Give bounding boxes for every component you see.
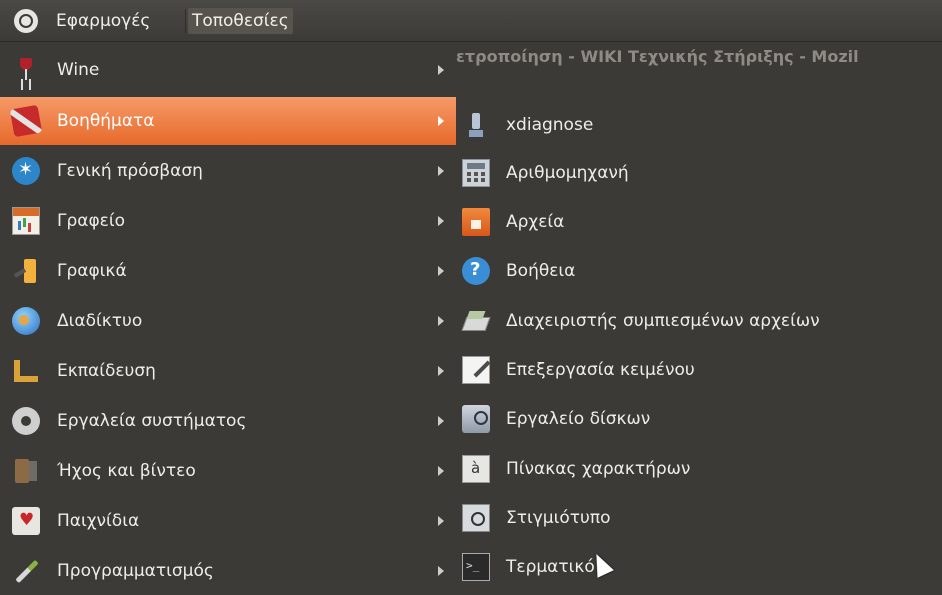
submenu-arrow-icon [438, 366, 444, 376]
office-icon [12, 207, 40, 235]
character-map-icon [462, 455, 490, 483]
ubuntu-logo-icon[interactable] [14, 9, 38, 33]
category-label: Διαδίκτυο [57, 311, 143, 331]
submenu-item-calculator[interactable]: Αριθμομηχανή [456, 148, 942, 198]
xdiagnose-icon [462, 111, 490, 139]
submenu-arrow-icon [438, 466, 444, 476]
system-tools-gear-icon [12, 407, 40, 435]
submenu-item-label: Τερματικό [506, 557, 595, 577]
programming-brush-icon [12, 557, 40, 585]
applications-category-menu: Wine Βοηθήματα Γενική πρόσβαση Γραφείο Γ… [0, 42, 456, 582]
category-games[interactable]: Παιχνίδια [0, 497, 456, 545]
submenu-item-help[interactable]: Βοήθεια [456, 246, 942, 296]
top-panel: Εφαρμογές Τοποθεσίες [0, 0, 942, 42]
category-label: Ήχος και βίντεο [57, 461, 196, 481]
sound-video-icon [12, 457, 40, 485]
graphics-icon [12, 257, 40, 285]
category-accessories[interactable]: Βοηθήματα [0, 97, 456, 145]
submenu-item-label: Αρχεία [506, 212, 565, 232]
help-icon [462, 257, 490, 285]
submenu-arrow-icon [438, 266, 444, 276]
category-system-tools[interactable]: Εργαλεία συστήματος [0, 397, 456, 445]
submenu-item-label: Πίνακας χαρακτήρων [506, 459, 691, 479]
category-label: Παιχνίδια [57, 511, 140, 531]
screenshot-icon [462, 504, 490, 532]
submenu-arrow-icon [438, 166, 444, 176]
category-label: Wine [57, 60, 100, 80]
files-folder-icon [462, 208, 490, 236]
submenu-item-character-map[interactable]: Πίνακας χαρακτήρων [456, 444, 942, 494]
category-label: Γενική πρόσβαση [57, 161, 203, 181]
submenu-item-label: Αριθμομηχανή [506, 163, 629, 183]
places-menu[interactable]: Τοποθεσίες [188, 8, 293, 34]
accessibility-icon [12, 157, 40, 185]
disks-icon [462, 405, 490, 433]
category-sound-video[interactable]: Ήχος και βίντεο [0, 447, 456, 495]
archive-manager-icon [462, 307, 490, 335]
submenu-item-files[interactable]: Αρχεία [456, 197, 942, 247]
submenu-item-label: Εργαλείο δίσκων [506, 409, 651, 429]
category-label: Εκπαίδευση [57, 361, 156, 381]
submenu-arrow-icon [438, 116, 444, 126]
category-programming[interactable]: Προγραμματισμός [0, 547, 456, 595]
calculator-icon [462, 159, 490, 187]
wine-icon [12, 56, 40, 84]
submenu-arrow-icon [438, 316, 444, 326]
submenu-item-label: xdiagnose [506, 115, 594, 135]
submenu-arrow-icon [438, 416, 444, 426]
submenu-arrow-icon [438, 516, 444, 526]
category-graphics[interactable]: Γραφικά [0, 247, 456, 295]
submenu-arrow-icon [438, 216, 444, 226]
education-icon [12, 357, 40, 385]
submenu-item-screenshot[interactable]: Στιγμιότυπο [456, 493, 942, 543]
submenu-item-label: Διαχειριστής συμπιεσμένων αρχείων [506, 311, 820, 331]
accessories-icon [9, 104, 43, 138]
submenu-arrow-icon [438, 566, 444, 576]
category-education[interactable]: Εκπαίδευση [0, 347, 456, 395]
category-label: Εργαλεία συστήματος [57, 411, 247, 431]
submenu-item-disks[interactable]: Εργαλείο δίσκων [456, 394, 942, 444]
background-window-title: ετροποίηση - WIKI Τεχνικής Στήριξης - Mo… [456, 47, 859, 66]
submenu-item-xdiagnose[interactable]: xdiagnose [456, 100, 942, 150]
accessories-submenu: ετροποίηση - WIKI Τεχνικής Στήριξης - Mo… [456, 42, 942, 582]
category-label: Βοηθήματα [57, 111, 155, 131]
internet-globe-icon [12, 307, 40, 335]
category-wine[interactable]: Wine [0, 46, 456, 94]
applications-menu[interactable]: Εφαρμογές [52, 8, 154, 34]
terminal-icon [462, 553, 490, 581]
category-label: Προγραμματισμός [57, 561, 214, 581]
text-editor-icon [462, 356, 490, 384]
category-label: Γραφείο [57, 211, 126, 231]
submenu-item-text-editor[interactable]: Επεξεργασία κειμένου [456, 345, 942, 395]
submenu-arrow-icon [438, 65, 444, 75]
submenu-item-label: Επεξεργασία κειμένου [506, 360, 695, 380]
panel-separator [185, 9, 186, 33]
submenu-item-terminal[interactable]: Τερματικό [456, 542, 942, 592]
category-office[interactable]: Γραφείο [0, 197, 456, 245]
category-label: Γραφικά [57, 261, 127, 281]
games-cards-icon [12, 507, 40, 535]
category-accessibility[interactable]: Γενική πρόσβαση [0, 147, 456, 195]
submenu-item-label: Στιγμιότυπο [506, 508, 611, 528]
category-internet[interactable]: Διαδίκτυο [0, 297, 456, 345]
submenu-item-archive-manager[interactable]: Διαχειριστής συμπιεσμένων αρχείων [456, 296, 942, 346]
submenu-item-label: Βοήθεια [506, 261, 576, 281]
